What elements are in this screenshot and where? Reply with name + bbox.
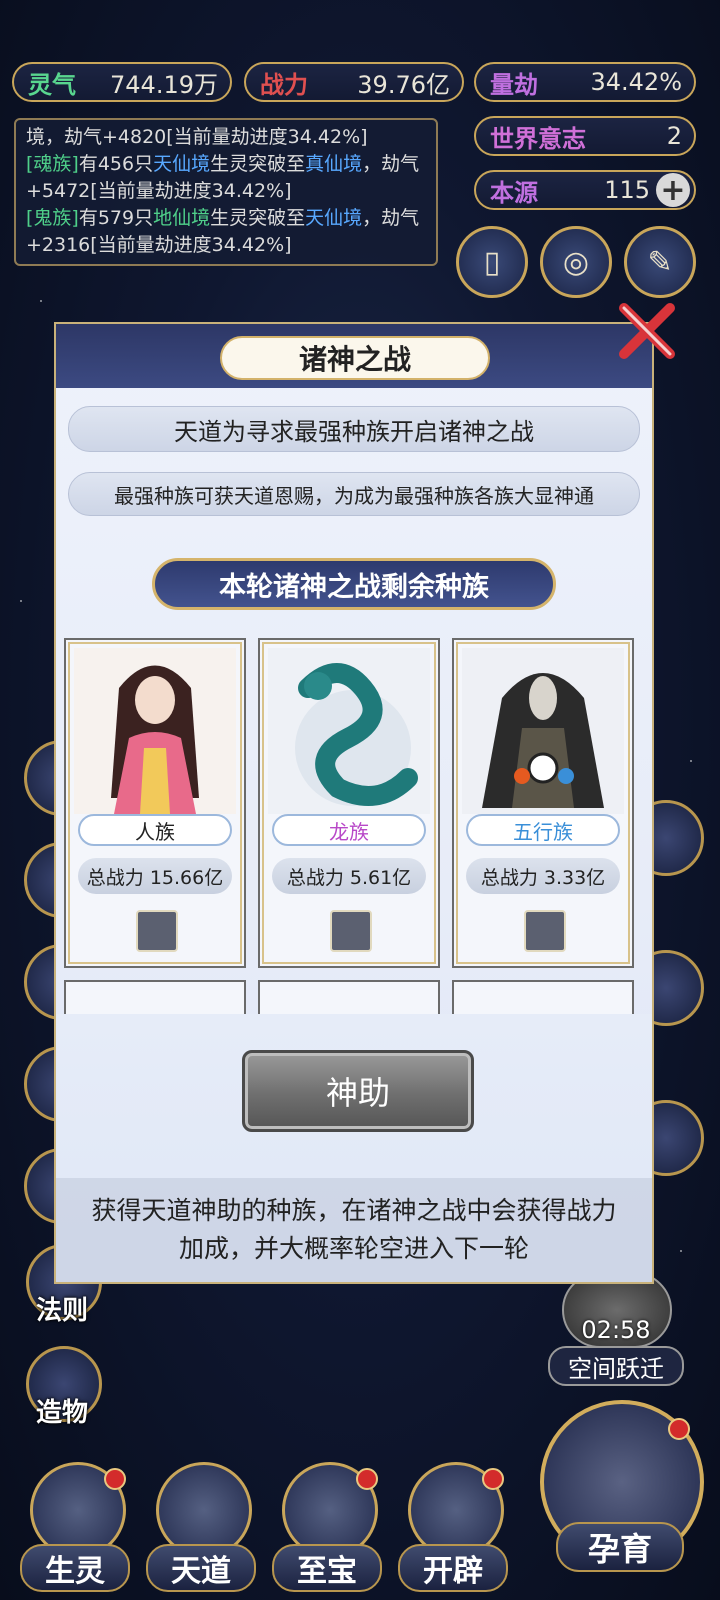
lingqi-label: 灵气 xyxy=(28,70,76,99)
world-will-value: 2 xyxy=(666,122,682,150)
divine-help-description: 获得天道神助的种族，在诸神之战中会获得战力加成，并大概率轮空进入下一轮 xyxy=(56,1178,652,1282)
race-power: 总战力 5.61亿 xyxy=(272,858,426,894)
sheng-ling-label: 生灵 xyxy=(20,1544,130,1592)
race-name: 人族 xyxy=(78,814,232,846)
race-card-dragon[interactable]: 龙族 总战力 5.61亿 xyxy=(258,638,440,968)
yun-yu-button[interactable]: 孕育 xyxy=(540,1400,704,1586)
zhi-bao-label: 至宝 xyxy=(272,1544,382,1592)
benyuan-stat: 本源 115 + xyxy=(474,170,696,210)
plus-icon[interactable]: + xyxy=(656,173,690,208)
log-entry: [鬼族]有579只地仙境生灵突破至天仙境，劫气+2316[当前量劫进度34.42… xyxy=(26,207,420,256)
event-log[interactable]: 境，劫气+4820[当前量劫进度34.42%] [魂族]有456只天仙境生灵突破… xyxy=(14,118,438,266)
notification-dot xyxy=(668,1418,690,1440)
star-decoration xyxy=(20,600,22,602)
race-power: 总战力 3.33亿 xyxy=(466,858,620,894)
liangjie-label: 量劫 xyxy=(490,70,538,99)
notification-dot xyxy=(356,1468,378,1490)
select-checkbox[interactable] xyxy=(136,910,178,952)
notification-dot xyxy=(482,1468,504,1490)
star-decoration xyxy=(690,760,692,762)
book-icon[interactable]: ▯ xyxy=(456,226,528,298)
world-will-label: 世界意志 xyxy=(490,124,586,153)
bottom-nav-kai-pi[interactable]: 开辟 xyxy=(398,1462,508,1592)
scroll-icon[interactable]: ✎ xyxy=(624,226,696,298)
race-card-wuxing[interactable]: 五行族 总战力 3.33亿 xyxy=(452,638,634,968)
star-decoration xyxy=(680,1250,682,1252)
bottom-nav-sheng-ling[interactable]: 生灵 xyxy=(20,1462,130,1592)
space-jump-button[interactable]: 02:58 空间跃迁 xyxy=(548,1272,684,1386)
dragon-portrait-icon xyxy=(268,648,430,814)
zao-wu-label[interactable]: 造物 xyxy=(36,1392,88,1429)
zhanli-stat: 战力 39.76亿 xyxy=(244,62,464,102)
bottom-nav-zhi-bao[interactable]: 至宝 xyxy=(272,1462,382,1592)
log-entry: [魂族]有456只天仙境生灵突破至真仙境，劫气+5472[当前量劫进度34.42… xyxy=(26,153,420,202)
kai-pi-label: 开辟 xyxy=(398,1544,508,1592)
world-will-stat: 世界意志 2 xyxy=(474,116,696,156)
remaining-races-banner: 本轮诸神之战剩余种族 xyxy=(152,558,556,610)
human-portrait-icon xyxy=(74,648,236,814)
space-jump-timer: 02:58 xyxy=(581,1316,651,1344)
divine-help-button[interactable]: 神助 xyxy=(242,1050,474,1132)
lingqi-stat: 灵气 744.19万 xyxy=(12,62,232,102)
battle-of-gods-dialog: 诸神之战 天道为寻求最强种族开启诸神之战 最强种族可获天道恩赐，为成为最强种族各… xyxy=(54,322,654,1284)
liangjie-stat: 量劫 34.42% xyxy=(474,62,696,102)
benyuan-value: 115 xyxy=(604,176,650,204)
intro-line-1: 天道为寻求最强种族开启诸神之战 xyxy=(68,406,640,452)
close-icon[interactable] xyxy=(614,300,678,364)
vortex-icon[interactable]: ◎ xyxy=(540,226,612,298)
tian-dao-label: 天道 xyxy=(146,1544,256,1592)
zhanli-value: 39.76亿 xyxy=(357,70,450,99)
race-card-human[interactable]: 人族 总战力 15.66亿 xyxy=(64,638,246,968)
space-jump-label: 空间跃迁 xyxy=(548,1346,684,1386)
fa-ze-label[interactable]: 法则 xyxy=(36,1290,88,1327)
dialog-title: 诸神之战 xyxy=(220,336,490,380)
race-name: 龙族 xyxy=(272,814,426,846)
zhanli-label: 战力 xyxy=(260,70,308,99)
select-checkbox[interactable] xyxy=(524,910,566,952)
log-line: 境，劫气+4820[当前量劫进度34.42%] xyxy=(26,126,368,148)
notification-dot xyxy=(104,1468,126,1490)
race-name: 五行族 xyxy=(466,814,620,846)
bottom-nav-tian-dao[interactable]: 天道 xyxy=(146,1462,256,1592)
lingqi-value: 744.19万 xyxy=(110,70,218,99)
benyuan-label: 本源 xyxy=(490,178,538,207)
star-decoration xyxy=(40,300,42,302)
intro-line-2: 最强种族可获天道恩赐，为成为最强种族各族大显神通 xyxy=(68,472,640,516)
liangjie-value: 34.42% xyxy=(590,68,682,96)
select-checkbox[interactable] xyxy=(330,910,372,952)
wuxing-portrait-icon xyxy=(462,648,624,814)
race-power: 总战力 15.66亿 xyxy=(78,858,232,894)
yun-yu-label: 孕育 xyxy=(556,1522,684,1572)
